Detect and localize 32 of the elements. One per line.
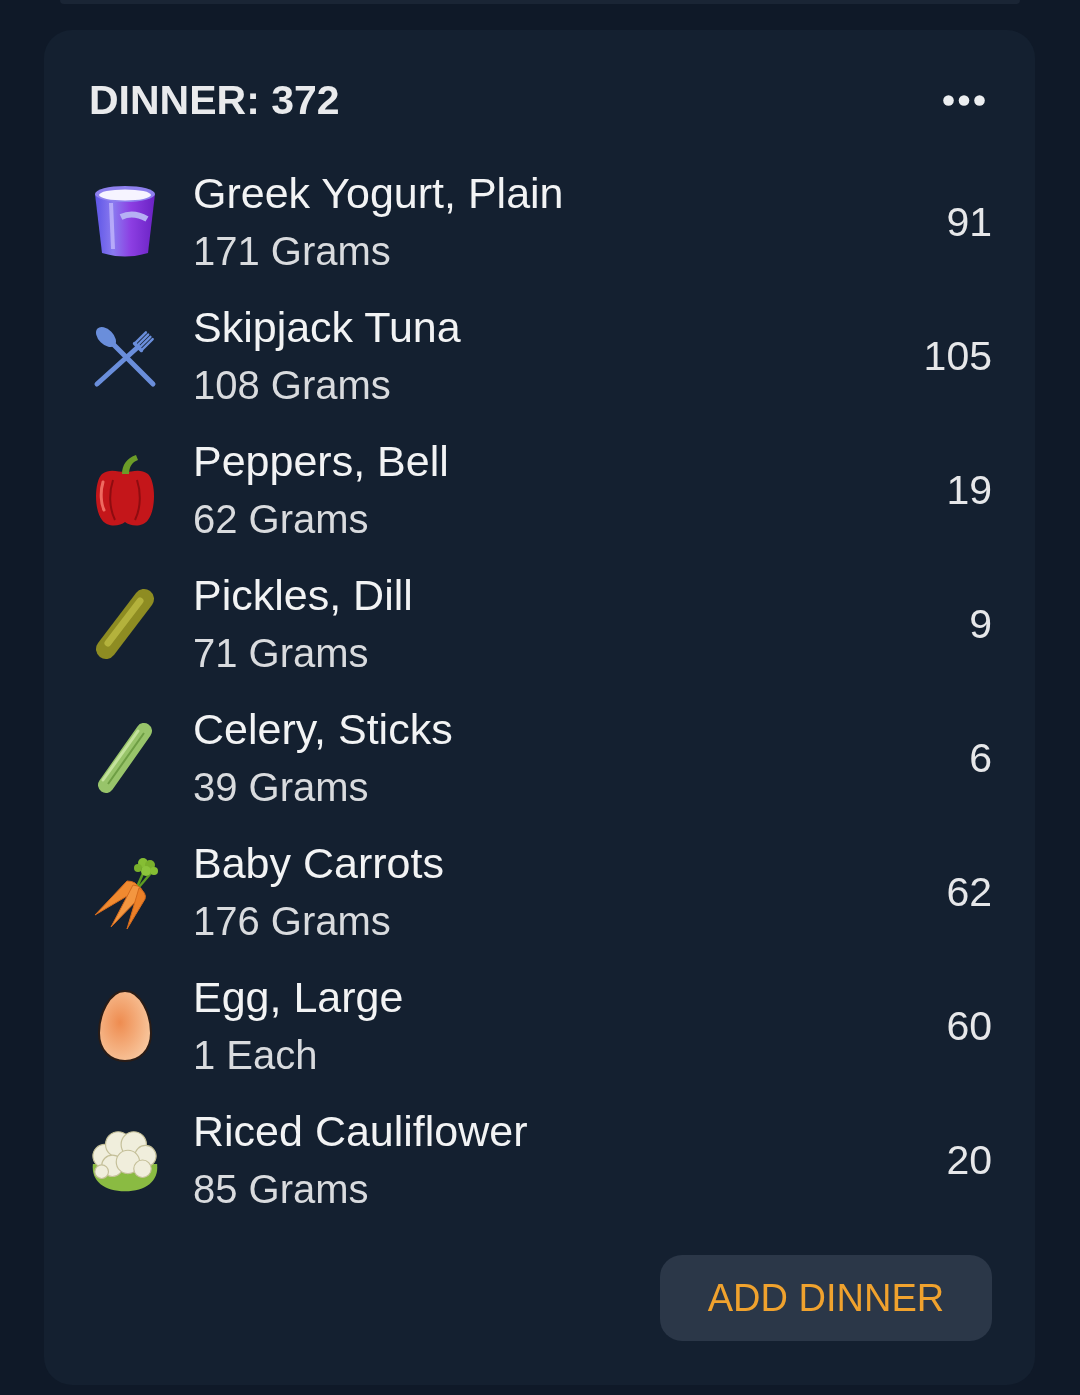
food-amount: 62 Grams (193, 496, 370, 543)
food-amount: 1 Each (193, 1032, 319, 1079)
add-dinner-button[interactable]: ADD DINNER (660, 1255, 992, 1341)
food-amount: 85 Grams (193, 1166, 370, 1213)
calorie-count: 9 (969, 600, 992, 648)
pickle-icon (94, 587, 156, 661)
food-name: Baby Carrots (193, 838, 445, 889)
calorie-count: 20 (946, 1136, 992, 1184)
calorie-count: 60 (946, 1002, 992, 1050)
food-name: Skipjack Tuna (193, 302, 462, 353)
bell-pepper-icon (93, 452, 157, 528)
yogurt-cup-icon (93, 185, 157, 259)
food-name: Riced Cauliflower (193, 1106, 529, 1157)
calorie-count: 19 (946, 466, 992, 514)
calorie-count: 105 (923, 332, 992, 380)
food-name: Greek Yogurt, Plain (193, 168, 565, 219)
food-name: Pickles, Dill (193, 570, 414, 621)
calorie-count: 6 (969, 734, 992, 782)
celery-icon (96, 722, 154, 794)
food-name: Peppers, Bell (193, 436, 450, 487)
meal-title: DINNER: 372 (89, 76, 340, 124)
food-name: Celery, Sticks (193, 704, 454, 755)
food-amount: 108 Grams (193, 362, 392, 409)
food-amount: 171 Grams (193, 228, 392, 275)
food-amount: 39 Grams (193, 764, 370, 811)
more-icon[interactable] (943, 94, 985, 106)
egg-icon (97, 989, 153, 1063)
calorie-count: 62 (946, 868, 992, 916)
food-amount: 176 Grams (193, 898, 392, 945)
calorie-count: 91 (946, 198, 992, 246)
food-name: Egg, Large (193, 972, 405, 1023)
food-amount: 71 Grams (193, 630, 370, 677)
